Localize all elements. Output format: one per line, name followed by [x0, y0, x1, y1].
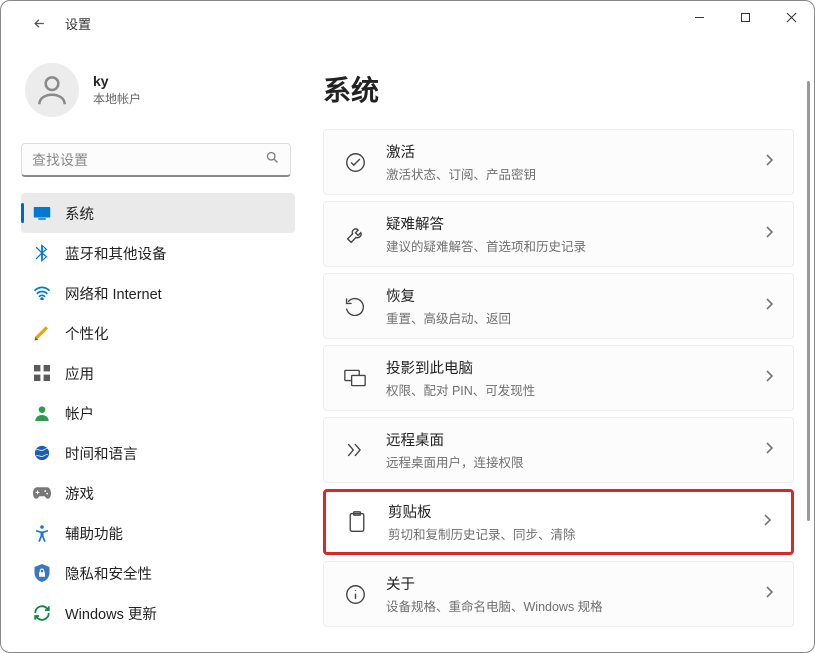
clipboard-icon	[344, 511, 370, 533]
privacy-icon	[33, 564, 51, 582]
apps-icon	[33, 364, 51, 382]
back-button[interactable]	[25, 9, 53, 37]
bluetooth-icon	[33, 244, 51, 262]
settings-item-project[interactable]: 投影到此电脑权限、配对 PIN、可发现性	[323, 345, 794, 411]
about-icon	[342, 584, 368, 605]
item-subtitle: 权限、配对 PIN、可发现性	[386, 380, 763, 399]
settings-item-clipboard[interactable]: 剪贴板剪切和复制历史记录、同步、清除	[323, 489, 794, 555]
nav-label: 隐私和安全性	[65, 563, 152, 584]
system-icon	[33, 204, 51, 222]
nav-item-access[interactable]: 辅助功能	[21, 513, 295, 553]
item-title: 投影到此电脑	[386, 357, 763, 378]
network-icon	[33, 284, 51, 302]
chevron-right-icon	[763, 297, 775, 315]
wrench-icon	[342, 224, 368, 245]
chevron-right-icon	[763, 441, 775, 459]
nav-label: 游戏	[65, 483, 94, 504]
close-button[interactable]	[768, 1, 814, 33]
nav-label: 帐户	[65, 403, 94, 424]
chevron-right-icon	[761, 513, 773, 531]
content-area: 系统 激活激活状态、订阅、产品密钥疑难解答建议的疑难解答、首选项和历史记录恢复重…	[311, 45, 814, 652]
sidebar: ky 本地帐户 系统蓝牙和其他设备网络和 Internet 个性化应用帐户时间和语…	[1, 45, 311, 652]
nav-label: 网络和 Internet	[65, 283, 162, 304]
item-title: 剪贴板	[388, 501, 761, 522]
access-icon	[33, 524, 51, 542]
nav-label: 系统	[65, 203, 94, 224]
settings-item-about[interactable]: 关于设备规格、重命名电脑、Windows 规格	[323, 561, 794, 627]
item-subtitle: 剪切和复制历史记录、同步、清除	[388, 524, 761, 543]
nav-label: 时间和语言	[65, 443, 138, 464]
chevron-right-icon	[763, 153, 775, 171]
user-profile[interactable]: ky 本地帐户	[21, 57, 311, 131]
item-subtitle: 重置、高级启动、返回	[386, 308, 763, 327]
nav-item-update[interactable]: Windows 更新	[21, 593, 295, 633]
personalize-icon	[33, 324, 51, 342]
check-icon	[342, 152, 368, 173]
remote-icon	[342, 442, 368, 458]
nav-item-system[interactable]: 系统	[21, 193, 295, 233]
chevron-right-icon	[763, 369, 775, 387]
settings-item-check[interactable]: 激活激活状态、订阅、产品密钥	[323, 129, 794, 195]
title-bar: 设置	[1, 1, 814, 45]
scrollbar[interactable]	[807, 81, 810, 521]
nav-label: 应用	[65, 363, 94, 384]
nav-list: 系统蓝牙和其他设备网络和 Internet 个性化应用帐户时间和语言游戏辅助功能隐…	[21, 193, 295, 633]
search-input[interactable]	[32, 152, 265, 168]
item-title: 疑难解答	[386, 213, 763, 234]
accounts-icon	[33, 404, 51, 422]
nav-item-apps[interactable]: 应用	[21, 353, 295, 393]
nav-label: 蓝牙和其他设备	[65, 243, 167, 264]
settings-item-remote[interactable]: 远程桌面远程桌面用户，连接权限	[323, 417, 794, 483]
item-subtitle: 激活状态、订阅、产品密钥	[386, 164, 763, 183]
nav-label: 辅助功能	[65, 523, 123, 544]
recovery-icon	[342, 296, 368, 316]
avatar	[25, 63, 79, 117]
project-icon	[342, 369, 368, 387]
nav-item-time[interactable]: 时间和语言	[21, 433, 295, 473]
item-title: 远程桌面	[386, 429, 763, 450]
nav-item-bluetooth[interactable]: 蓝牙和其他设备	[21, 233, 295, 273]
item-title: 关于	[386, 573, 763, 594]
settings-item-wrench[interactable]: 疑难解答建议的疑难解答、首选项和历史记录	[323, 201, 794, 267]
item-subtitle: 远程桌面用户，连接权限	[386, 452, 763, 471]
user-account-type: 本地帐户	[93, 91, 141, 107]
search-icon	[265, 150, 280, 170]
item-title: 激活	[386, 141, 763, 162]
nav-item-personalize[interactable]: 个性化	[21, 313, 295, 353]
nav-label: Windows 更新	[65, 603, 157, 624]
nav-label: 个性化	[65, 323, 109, 344]
gaming-icon	[33, 484, 51, 502]
search-box[interactable]	[21, 143, 291, 177]
nav-item-privacy[interactable]: 隐私和安全性	[21, 553, 295, 593]
maximize-button[interactable]	[722, 1, 768, 33]
nav-item-network[interactable]: 网络和 Internet	[21, 273, 295, 313]
chevron-right-icon	[763, 225, 775, 243]
page-title: 系统	[323, 69, 794, 109]
update-icon	[33, 604, 51, 622]
window-title: 设置	[65, 14, 91, 33]
minimize-button[interactable]	[676, 1, 722, 33]
item-title: 恢复	[386, 285, 763, 306]
nav-item-gaming[interactable]: 游戏	[21, 473, 295, 513]
time-icon	[33, 444, 51, 462]
item-subtitle: 建议的疑难解答、首选项和历史记录	[386, 236, 763, 255]
item-subtitle: 设备规格、重命名电脑、Windows 规格	[386, 596, 763, 615]
settings-item-recovery[interactable]: 恢复重置、高级启动、返回	[323, 273, 794, 339]
chevron-right-icon	[763, 585, 775, 603]
nav-item-accounts[interactable]: 帐户	[21, 393, 295, 433]
user-name: ky	[93, 72, 141, 91]
